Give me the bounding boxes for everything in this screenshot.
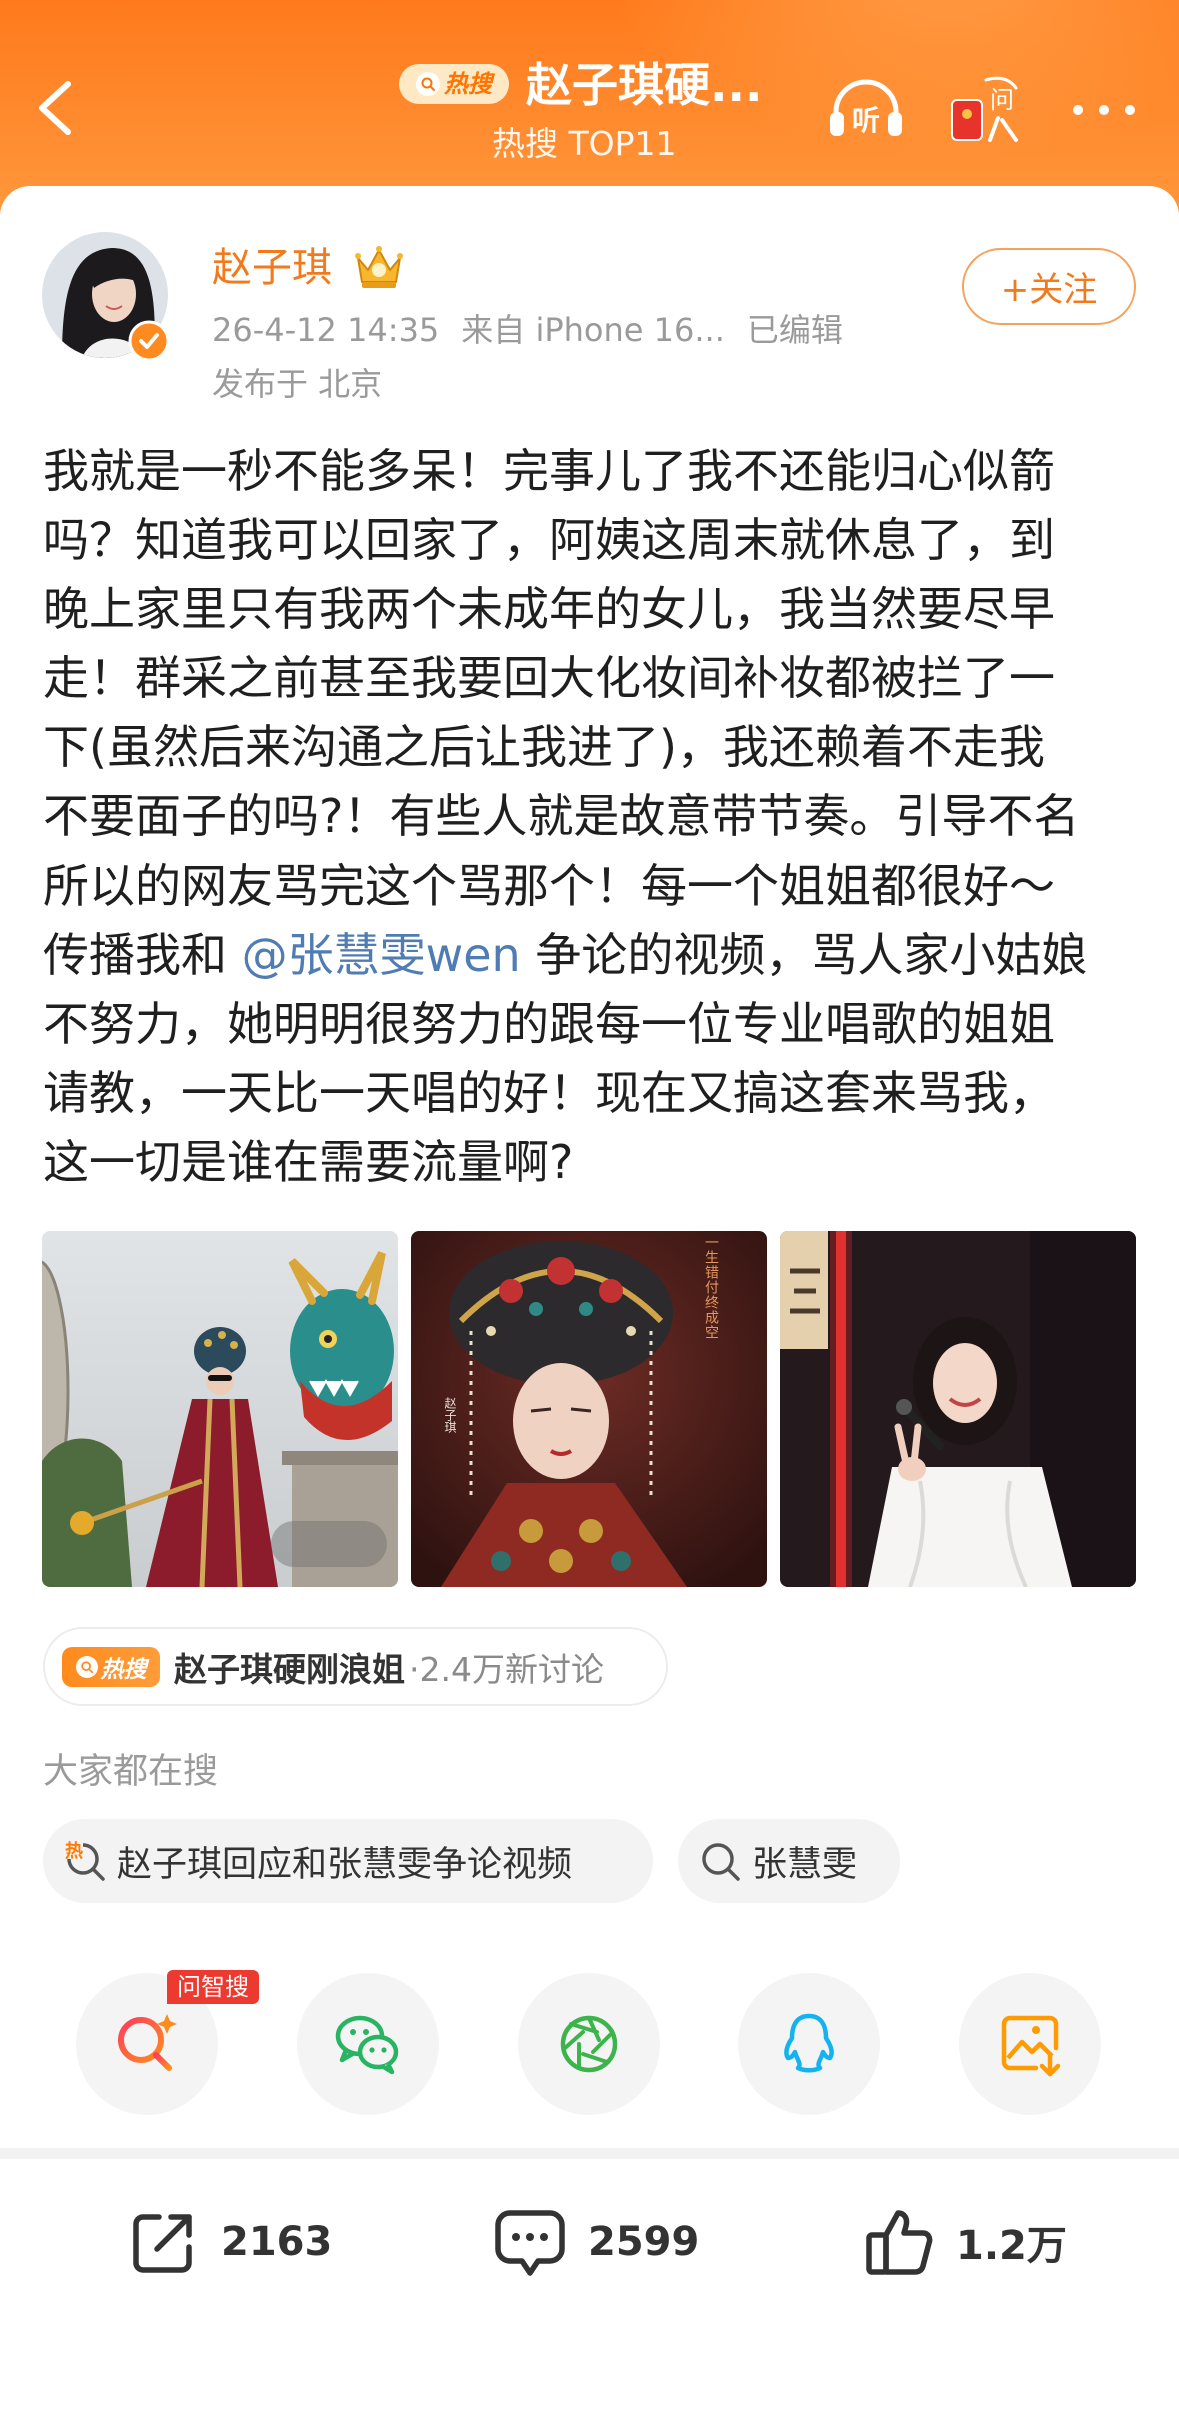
verified-check-icon xyxy=(128,320,170,362)
post-time: 26-4-12 14:35 xyxy=(212,311,440,349)
vip-crown-icon[interactable] xyxy=(352,244,406,292)
post-card: 赵子琪 26-4-12 14:35 来自 iPhone 16... 已编辑 发布于 … xyxy=(0,186,1179,2426)
related-search-heading: 大家都在搜 xyxy=(43,1752,219,1792)
poster-caption: 一生错付终成空 xyxy=(703,1235,719,1340)
repost-button[interactable]: 2163 xyxy=(127,2205,332,2279)
verified-badge xyxy=(128,320,170,362)
post-text-segment: 我就是一秒不能多呆！完事儿了我不还能归心似箭 xyxy=(43,444,1055,498)
search-icon xyxy=(75,1655,98,1678)
post-body-line: 所以的网友骂完这个骂那个！每一个姐姐都很好～ xyxy=(43,852,1153,921)
post-text-segment: 晚上家里只有我两个未成年的女儿，我当然要尽早 xyxy=(43,582,1055,637)
post-text-segment: 争论的视频，骂人家小姑娘 xyxy=(520,927,1088,982)
post-meta: 26-4-12 14:35 来自 iPhone 16... 已编辑 xyxy=(212,308,865,352)
red-packet-icon: 问 xyxy=(951,76,1018,142)
like-count: 1.2万 xyxy=(956,2223,1067,2269)
post-body-line: 下(虽然后来沟通之后让我进了)，我还赖着不走我 xyxy=(43,713,1153,782)
topic-rank[interactable]: 热搜 TOP11 xyxy=(492,124,677,164)
post-body-line: 晚上家里只有我两个未成年的女儿，我当然要尽早 xyxy=(43,575,1153,644)
post-text-segment: 下(虽然后来沟通之后让我进了)，我还赖着不走我 xyxy=(43,720,1045,775)
post-body-line: 走！群采之前甚至我要回大化妆间补妆都被拦了一 xyxy=(43,644,1153,713)
hot-search-badge-label: 热搜 xyxy=(444,70,492,98)
topic-title: 赵子琪硬... xyxy=(526,58,763,112)
post-text-segment: 不努力，她明明很努力的跟每一位专业唱歌的姐姐 xyxy=(43,996,1055,1051)
author-name[interactable]: 赵子琪 xyxy=(212,243,332,293)
back-button[interactable] xyxy=(30,78,82,138)
search-icon xyxy=(698,1839,742,1883)
post-text-segment: 这一切是谁在需要流量啊? xyxy=(43,1134,574,1189)
ai-search-icon xyxy=(118,2014,177,2071)
post-image-2[interactable]: 一生错付终成空 赵子琪 xyxy=(411,1231,767,1587)
hot-topic-stat: ·2.4万新讨论 xyxy=(409,1649,604,1689)
post-text-segment: 请教，一天比一天唱的好！现在又搞这套来骂我， xyxy=(43,1065,1055,1120)
ask-button[interactable]: 问 xyxy=(946,70,1028,148)
related-search-chip-1[interactable]: 热 赵子琪回应和张慧雯争论视频 xyxy=(43,1819,653,1903)
qq-icon xyxy=(784,2013,834,2073)
hot-topic-title: 赵子琪硬刚浪姐 xyxy=(174,1649,405,1689)
hot-topic-chip[interactable]: 热搜 赵子琪硬刚浪姐 ·2.4万新讨论 xyxy=(43,1627,668,1706)
related-search-label: 赵子琪回应和张慧雯争论视频 xyxy=(117,1844,573,1885)
follow-button[interactable]: +关注 xyxy=(962,248,1136,325)
ai-search-tag: 问智搜 xyxy=(167,1970,259,2004)
hot-search-badge[interactable]: 热搜 xyxy=(399,64,509,104)
ask-label: 问 xyxy=(990,86,1014,114)
post-text-segment: 传播我和 xyxy=(43,927,242,982)
hot-search-icon: 热 xyxy=(63,1839,107,1883)
comment-button[interactable]: 2599 xyxy=(492,2205,699,2279)
post-image-1[interactable] xyxy=(42,1231,398,1587)
listen-button[interactable]: 听 xyxy=(826,76,906,142)
share-qq-button[interactable] xyxy=(738,1973,880,2115)
chevron-left-icon xyxy=(39,81,71,135)
hot-topic-badge-label: 热搜 xyxy=(100,1656,147,1683)
save-image-button[interactable] xyxy=(959,1973,1101,2115)
post-body: 我就是一秒不能多呆！完事儿了我不还能归心似箭 吗？知道我可以回家了，阿姨这周末就休… xyxy=(43,437,1153,1197)
post-body-line: 不要面子的吗?！有些人就是故意带节奏。引导不名 xyxy=(43,782,1153,851)
section-divider xyxy=(0,2148,1179,2159)
comment-icon xyxy=(495,2210,565,2276)
wechat-icon xyxy=(335,2015,399,2075)
post-image-3[interactable] xyxy=(780,1231,1136,1587)
related-search-label: 张慧雯 xyxy=(752,1844,858,1885)
photo-1 xyxy=(42,1231,398,1587)
headphones-icon: 听 xyxy=(830,79,902,137)
search-icon xyxy=(416,72,440,96)
post-text-segment: 吗？知道我可以回家了，阿姨这周末就休息了，到 xyxy=(43,513,1055,568)
post-source[interactable]: 来自 iPhone 16... xyxy=(461,311,725,349)
share-wechat-button[interactable] xyxy=(297,1973,439,2115)
repost-count: 2163 xyxy=(221,2219,333,2265)
post-text-segment: 不要面子的吗?！有些人就是故意带节奏。引导不名 xyxy=(43,789,1080,844)
share-moments-button[interactable] xyxy=(518,1973,660,2115)
mention-link[interactable]: @张慧雯wen xyxy=(242,928,521,982)
post-location: 发布于 北京 xyxy=(212,365,383,403)
post-body-line: 吗？知道我可以回家了，阿姨这周末就休息了，到 xyxy=(43,506,1153,575)
post-text-segment: 走！群采之前甚至我要回大化妆间补妆都被拦了一 xyxy=(43,651,1055,706)
edited-label[interactable]: 已编辑 xyxy=(747,311,843,349)
moments-icon xyxy=(560,2015,618,2073)
like-button[interactable]: 1.2万 xyxy=(862,2205,1067,2279)
post-body-line: 请教，一天比一天唱的好！现在又搞这套来骂我， xyxy=(43,1059,1153,1128)
more-icon xyxy=(1073,105,1135,115)
comment-count: 2599 xyxy=(588,2219,700,2265)
more-button[interactable] xyxy=(1068,100,1140,120)
listen-label: 听 xyxy=(852,104,880,137)
photo-3 xyxy=(780,1231,1136,1587)
repost-icon xyxy=(133,2214,192,2273)
hot-search-icon-char: 热 xyxy=(65,1841,83,1862)
save-image-icon xyxy=(1001,2015,1061,2077)
poster-name: 赵子琪 xyxy=(443,1397,457,1433)
post-body-line: 我就是一秒不能多呆！完事儿了我不还能归心似箭 xyxy=(43,437,1153,506)
post-body-line: 不努力，她明明很努力的跟每一位专业唱歌的姐姐 xyxy=(43,990,1153,1059)
post-text-segment: 所以的网友骂完这个骂那个！每一个姐姐都很好～ xyxy=(43,858,1055,913)
post-body-line: 传播我和 @张慧雯wen 争论的视频，骂人家小姑娘 xyxy=(43,921,1153,990)
post-body-line: 这一切是谁在需要流量啊? xyxy=(43,1128,1153,1197)
thumbs-up-icon xyxy=(866,2210,933,2275)
hot-topic-badge: 热搜 xyxy=(62,1646,160,1687)
related-search-chip-2[interactable]: 张慧雯 xyxy=(678,1819,900,1903)
